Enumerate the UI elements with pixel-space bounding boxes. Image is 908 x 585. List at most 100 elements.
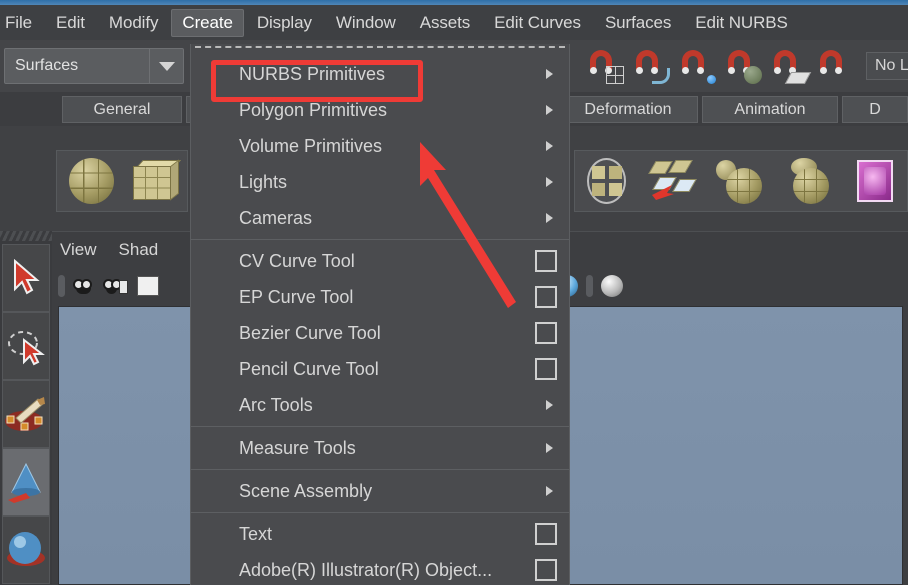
paint-select-tool-button[interactable] — [2, 380, 50, 448]
menu-item-polygon-primitives[interactable]: Polygon Primitives — [191, 92, 569, 128]
volume-cube-icon[interactable] — [855, 158, 895, 204]
menu-edit-nurbs[interactable]: Edit NURBS — [684, 9, 799, 37]
maya-application-window: File Edit Modify Create Display Window A… — [0, 0, 908, 585]
menu-item-arc-tools[interactable]: Arc Tools — [191, 387, 569, 423]
menu-item-measure-tools[interactable]: Measure Tools — [191, 430, 569, 466]
snap-to-grid-button[interactable] — [588, 48, 624, 84]
option-box-icon[interactable] — [535, 523, 557, 545]
nurbs-sphere-icon[interactable] — [69, 158, 114, 204]
chevron-right-icon — [546, 400, 553, 410]
move-cone-icon — [8, 462, 41, 503]
menu-separator — [191, 512, 569, 513]
image-plane-icon[interactable] — [137, 276, 159, 296]
plane-icon — [784, 72, 812, 84]
menu-item-bezier-curve-tool[interactable]: Bezier Curve Tool — [191, 315, 569, 351]
make-live-button[interactable] — [818, 48, 852, 82]
menu-item-adobe-illustrator-object[interactable]: Adobe(R) Illustrator(R) Object... — [191, 552, 569, 585]
nurbs-cards-icon[interactable] — [648, 159, 697, 203]
menu-set-dropdown[interactable]: Surfaces — [4, 48, 184, 84]
shadows-icon[interactable] — [601, 275, 623, 297]
snap-to-projected-center-button[interactable] — [726, 48, 762, 84]
option-box-icon[interactable] — [535, 250, 557, 272]
menu-set-caret[interactable] — [149, 49, 183, 83]
lasso-select-tool-button[interactable] — [2, 312, 50, 380]
shelf-tab-dynamics[interactable]: D — [842, 96, 908, 123]
tear-off-handle[interactable] — [195, 46, 565, 56]
globe-icon — [744, 66, 762, 84]
panel-handle-icon[interactable] — [58, 275, 65, 297]
menu-file[interactable]: File — [0, 9, 43, 37]
menu-item-label: Lights — [239, 171, 288, 192]
chevron-right-icon — [546, 486, 553, 496]
magnet-tip-left — [682, 67, 689, 74]
menu-set-value: Surfaces — [15, 57, 79, 74]
viewport-menu-shading[interactable]: Shad — [119, 240, 159, 260]
menu-item-label: EP Curve Tool — [239, 286, 354, 307]
option-box-icon[interactable] — [535, 358, 557, 380]
camera-icon[interactable] — [73, 278, 95, 295]
viewport-menu-view[interactable]: View — [60, 240, 97, 260]
snap-to-point-button[interactable] — [680, 48, 716, 84]
menu-item-text[interactable]: Text — [191, 516, 569, 552]
menu-separator — [191, 469, 569, 470]
menu-item-label: Measure Tools — [239, 437, 356, 458]
nurbs-sphere-small-icon-2[interactable] — [785, 158, 830, 204]
chevron-right-icon — [546, 177, 553, 187]
menu-item-volume-primitives[interactable]: Volume Primitives — [191, 128, 569, 164]
shelf-tab-deformation[interactable]: Deformation — [558, 96, 698, 123]
arrow-cursor-icon — [14, 259, 40, 295]
menu-window[interactable]: Window — [325, 9, 407, 37]
move-tool-button[interactable] — [2, 448, 50, 516]
select-tool-button[interactable] — [2, 244, 50, 312]
menu-item-cv-curve-tool[interactable]: CV Curve Tool — [191, 243, 569, 279]
menu-create[interactable]: Create — [171, 8, 244, 37]
shelf-tab-general[interactable]: General — [62, 96, 182, 123]
shelf-tab-animation[interactable]: Animation — [702, 96, 838, 123]
lasso-icon — [8, 331, 45, 366]
menu-item-nurbs-primitives[interactable]: NURBS Primitives — [191, 56, 569, 92]
menu-item-label: Scene Assembly — [239, 480, 373, 501]
option-box-icon[interactable] — [535, 286, 557, 308]
nurbs-sphere-small-icon[interactable] — [716, 158, 763, 204]
snap-to-curve-button[interactable] — [634, 48, 670, 84]
menu-item-ep-curve-tool[interactable]: EP Curve Tool — [191, 279, 569, 315]
menu-modify[interactable]: Modify — [98, 9, 169, 37]
snap-to-view-plane-button[interactable] — [772, 48, 812, 84]
menu-item-lights[interactable]: Lights — [191, 164, 569, 200]
menu-surfaces[interactable]: Surfaces — [594, 9, 682, 37]
menu-item-label: Polygon Primitives — [239, 99, 388, 120]
panel-handle-3-icon[interactable] — [586, 275, 593, 297]
menu-separator — [191, 239, 569, 240]
menu-edit[interactable]: Edit — [45, 9, 96, 37]
option-box-icon[interactable] — [535, 559, 557, 581]
toolbox-drag-handle[interactable] — [0, 231, 52, 241]
magnet-tip-right — [697, 67, 704, 74]
nurbs-cube-icon[interactable] — [130, 159, 182, 202]
menu-item-pencil-curve-tool[interactable]: Pencil Curve Tool — [191, 351, 569, 387]
menu-item-scene-assembly[interactable]: Scene Assembly — [191, 473, 569, 509]
menu-item-cameras[interactable]: Cameras — [191, 200, 569, 236]
menu-display[interactable]: Display — [246, 9, 323, 37]
main-menu-bar: File Edit Modify Create Display Window A… — [0, 5, 908, 40]
menu-edit-curves[interactable]: Edit Curves — [483, 9, 592, 37]
menu-item-label: Volume Primitives — [239, 135, 383, 156]
magnet-tip-left — [636, 67, 643, 74]
menu-assets[interactable]: Assets — [409, 9, 481, 37]
chevron-right-icon — [546, 105, 553, 115]
camera-attributes-icon[interactable] — [103, 278, 129, 295]
menu-item-label: Adobe(R) Illustrator(R) Object... — [239, 559, 493, 580]
rotate-sphere-icon — [7, 532, 45, 566]
chevron-right-icon — [546, 213, 553, 223]
nurbs-plane-patch-icon[interactable] — [587, 158, 627, 204]
create-dropdown-menu: NURBS Primitives Polygon Primitives Volu… — [190, 44, 570, 585]
menu-item-label: Arc Tools — [239, 394, 313, 415]
paint-brush-icon — [5, 397, 45, 431]
option-box-icon[interactable] — [535, 322, 557, 344]
live-surface-field[interactable]: No L — [866, 52, 908, 80]
menu-item-label: Text — [239, 523, 273, 544]
magnet-tip-left — [728, 67, 735, 74]
menu-item-label: CV Curve Tool — [239, 250, 355, 271]
rotate-tool-button[interactable] — [2, 516, 50, 584]
chevron-right-icon — [546, 141, 553, 151]
viewport-menu-bar: View Shad — [60, 240, 158, 260]
